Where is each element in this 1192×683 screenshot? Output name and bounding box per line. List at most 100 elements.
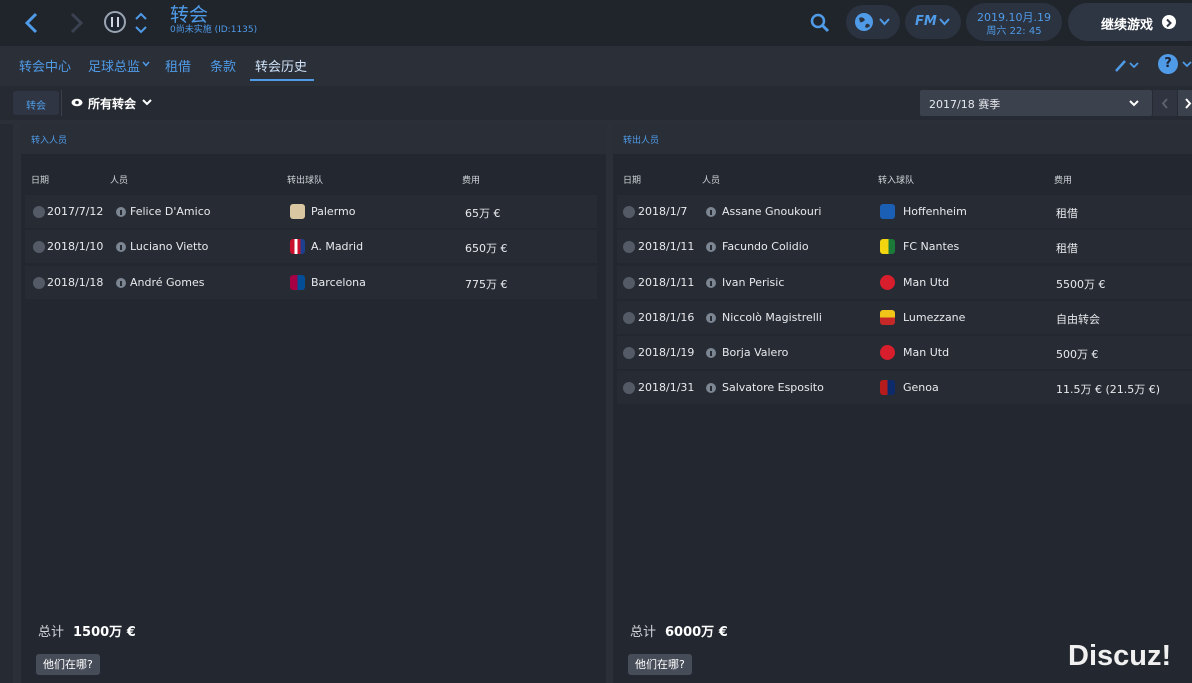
check-icon xyxy=(623,382,635,394)
club-name[interactable]: A. Madrid xyxy=(311,240,363,253)
next-season-button[interactable] xyxy=(1178,90,1192,116)
info-icon[interactable] xyxy=(116,207,126,217)
info-icon[interactable] xyxy=(116,242,126,252)
club-name[interactable]: Genoa xyxy=(903,381,939,394)
check-icon xyxy=(33,241,45,253)
forward-button[interactable] xyxy=(64,9,90,37)
transfer-date: 2018/1/16 xyxy=(638,311,695,324)
transfer-fee: 自由转会 xyxy=(1056,313,1100,326)
incoming-panel-title: 转入人员 xyxy=(31,136,68,146)
table-row[interactable]: 2018/1/18 André Gomes Barcelona 775万 € xyxy=(25,266,597,299)
search-button[interactable] xyxy=(808,11,832,35)
edit-menu-button[interactable] xyxy=(1113,56,1143,74)
chevron-down-icon xyxy=(879,18,890,26)
view-filter-dropdown[interactable]: 所有转会 xyxy=(88,95,136,112)
outgoing-transfers-panel: 转出人员 日期 人员 转入球队 费用 2018/1/7 Assane Gnouk… xyxy=(613,124,1192,683)
club-name[interactable]: Barcelona xyxy=(311,276,366,289)
continue-button-label: 继续游戏 xyxy=(1101,18,1154,33)
chevron-down-icon xyxy=(1129,100,1139,107)
filter-bar: 转会 所有转会 2017/18 赛季 xyxy=(0,86,1192,120)
table-row[interactable]: 2018/1/11 Facundo Colidio FC Nantes 租借 xyxy=(617,230,1192,263)
player-name[interactable]: Niccolò Magistrelli xyxy=(722,311,822,324)
help-button[interactable]: ? xyxy=(1158,54,1178,74)
tab-transfer-history[interactable]: 转会历史 xyxy=(255,56,307,75)
player-name[interactable]: Salvatore Esposito xyxy=(722,381,824,394)
check-icon xyxy=(623,347,635,359)
where-are-they-button[interactable]: 他们在哪? xyxy=(628,654,692,675)
table-row[interactable]: 2018/1/16 Niccolò Magistrelli Lumezzane … xyxy=(617,301,1192,334)
table-row[interactable]: 2018/1/7 Assane Gnoukouri Hoffenheim 租借 xyxy=(617,195,1192,228)
transfer-fee: 775万 € xyxy=(465,278,508,291)
tab-director-of-football[interactable]: 足球总监 xyxy=(88,56,140,75)
column-header-fee[interactable]: 费用 xyxy=(1054,173,1072,186)
barcelona-crest-icon xyxy=(290,275,305,290)
player-name[interactable]: Facundo Colidio xyxy=(722,240,809,253)
player-name[interactable]: Felice D'Amico xyxy=(130,205,211,218)
club-name[interactable]: Man Utd xyxy=(903,346,949,359)
panel-header: 转出人员 xyxy=(613,124,1192,154)
continue-button[interactable]: 继续游戏 xyxy=(1068,3,1192,41)
transfer-date: 2018/1/31 xyxy=(638,381,695,394)
table-row[interactable]: 2018/1/31 Salvatore Esposito Genoa 11.5万… xyxy=(617,371,1192,404)
table-row[interactable]: 2017/7/12 Felice D'Amico Palermo 65万 € xyxy=(25,195,597,228)
club-name[interactable]: Hoffenheim xyxy=(903,205,967,218)
back-button[interactable] xyxy=(18,9,44,37)
player-name[interactable]: Luciano Vietto xyxy=(130,240,208,253)
player-name[interactable]: Ivan Perisic xyxy=(722,276,784,289)
transfers-filter-tab[interactable]: 转会 xyxy=(13,91,59,115)
info-icon[interactable] xyxy=(706,207,716,217)
column-header-date[interactable]: 日期 xyxy=(623,173,641,186)
club-crest-icon[interactable] xyxy=(104,11,126,33)
club-name[interactable]: FC Nantes xyxy=(903,240,959,253)
check-icon xyxy=(33,206,45,218)
check-icon xyxy=(623,241,635,253)
info-icon[interactable] xyxy=(706,383,716,393)
column-header-person[interactable]: 人员 xyxy=(702,173,720,186)
transfer-date: 2018/1/11 xyxy=(638,276,695,289)
club-name[interactable]: Man Utd xyxy=(903,276,949,289)
tab-transfer-centre[interactable]: 转会中心 xyxy=(19,56,71,75)
table-row[interactable]: 2018/1/19 Borja Valero Man Utd 500万 € xyxy=(617,336,1192,369)
info-icon[interactable] xyxy=(706,313,716,323)
page-subtitle: 0尚未实施 (ID:1135) xyxy=(170,25,258,35)
column-header-person[interactable]: 人员 xyxy=(110,173,128,186)
column-header-from-club[interactable]: 转出球队 xyxy=(287,173,323,186)
game-date[interactable]: 2019.10月.19 周六 22: 45 xyxy=(966,3,1062,41)
player-name[interactable]: André Gomes xyxy=(130,276,205,289)
fm-transfer-history-screen: 转会 0尚未实施 (ID:1135) FM 2019.10月.19 周六 22:… xyxy=(0,0,1192,683)
player-name[interactable]: Assane Gnoukouri xyxy=(722,205,821,218)
transfer-fee: 650万 € xyxy=(465,242,508,255)
palermo-crest-icon xyxy=(290,204,305,219)
column-header-to-club[interactable]: 转入球队 xyxy=(878,173,914,186)
club-name[interactable]: Palermo xyxy=(311,205,355,218)
check-icon xyxy=(33,277,45,289)
world-menu-button[interactable] xyxy=(846,5,900,39)
info-icon[interactable] xyxy=(706,278,716,288)
man-utd-crest-icon xyxy=(880,345,895,360)
panel-header: 转入人员 xyxy=(21,124,606,154)
column-header-date[interactable]: 日期 xyxy=(31,173,49,186)
player-name[interactable]: Borja Valero xyxy=(722,346,788,359)
man-utd-crest-icon xyxy=(880,275,895,290)
club-switch-button[interactable] xyxy=(133,9,149,37)
chevron-left-icon xyxy=(24,12,38,34)
club-name[interactable]: Lumezzane xyxy=(903,311,965,324)
info-icon[interactable] xyxy=(706,242,716,252)
column-header-fee[interactable]: 费用 xyxy=(462,173,480,186)
table-row[interactable]: 2018/1/10 Luciano Vietto A. Madrid 650万 … xyxy=(25,230,597,263)
where-are-they-button[interactable]: 他们在哪? xyxy=(36,654,100,675)
tab-loans[interactable]: 租借 xyxy=(165,56,191,75)
transfer-date: 2018/1/11 xyxy=(638,240,695,253)
season-select[interactable]: 2017/18 赛季 xyxy=(920,90,1152,116)
info-icon[interactable] xyxy=(116,278,126,288)
table-row[interactable]: 2018/1/11 Ivan Perisic Man Utd 5500万 € xyxy=(617,266,1192,299)
incoming-transfers-panel: 转入人员 日期 人员 转出球队 费用 2017/7/12 Felice D'Am… xyxy=(21,124,606,683)
info-icon[interactable] xyxy=(706,348,716,358)
globe-icon xyxy=(855,13,873,31)
previous-season-button[interactable] xyxy=(1153,90,1177,116)
fm-menu-button[interactable]: FM xyxy=(905,5,961,39)
transfer-date: 2018/1/7 xyxy=(638,205,688,218)
tab-clauses[interactable]: 条款 xyxy=(210,56,236,75)
top-bar: 转会 0尚未实施 (ID:1135) FM 2019.10月.19 周六 22:… xyxy=(0,0,1192,46)
left-gutter xyxy=(0,124,13,683)
